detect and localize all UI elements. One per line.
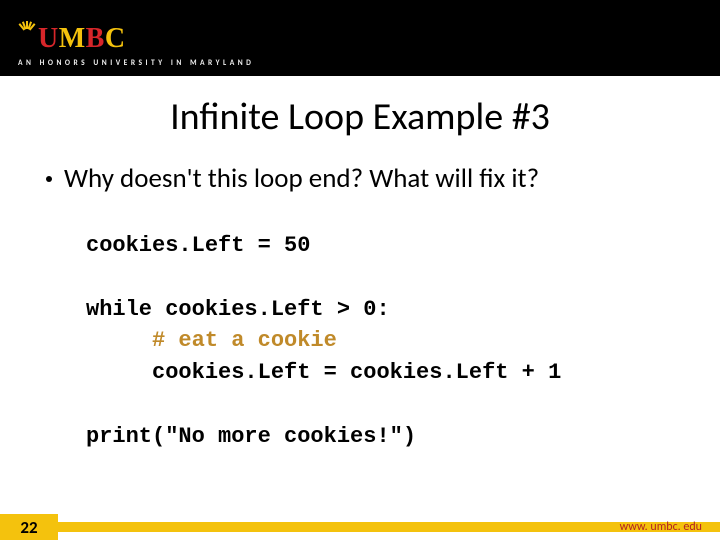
logo-letter-u: U (38, 23, 59, 55)
logo-letter-m: M (59, 23, 86, 55)
bullet-text: Why doesn't this loop end? What will fix… (64, 162, 539, 196)
slide-title: Infinite Loop Example #3 (40, 94, 680, 140)
header-bar: U M B C AN HONORS UNIVERSITY IN MARYLAND (0, 0, 720, 76)
tagline: AN HONORS UNIVERSITY IN MARYLAND (18, 59, 702, 68)
code-line: cookies.Left = cookies.Left + 1 (86, 360, 561, 385)
code-block: cookies.Left = 50 while cookies.Left > 0… (40, 230, 680, 453)
bullet-dot-icon (46, 176, 52, 182)
code-line: cookies.Left = 50 (86, 233, 310, 258)
umbc-logo: U M B C (18, 23, 702, 55)
bullet-item: Why doesn't this loop end? What will fix… (40, 162, 680, 196)
footer: 22 www. umbc. edu (0, 514, 720, 540)
logo-letter-c: C (105, 23, 126, 55)
logo-letter-b: B (86, 23, 105, 55)
footer-url: www. umbc. edu (620, 520, 702, 534)
slide-number-box: 22 (0, 514, 58, 540)
code-line: print("No more cookies!") (86, 424, 416, 449)
slide-content: Infinite Loop Example #3 Why doesn't thi… (0, 76, 720, 540)
slide-number: 22 (20, 517, 37, 538)
logo-burst-icon (18, 19, 36, 37)
code-line: while cookies.Left > 0: (86, 297, 390, 322)
slide: U M B C AN HONORS UNIVERSITY IN MARYLAND… (0, 0, 720, 540)
code-comment: # eat a cookie (86, 328, 337, 353)
